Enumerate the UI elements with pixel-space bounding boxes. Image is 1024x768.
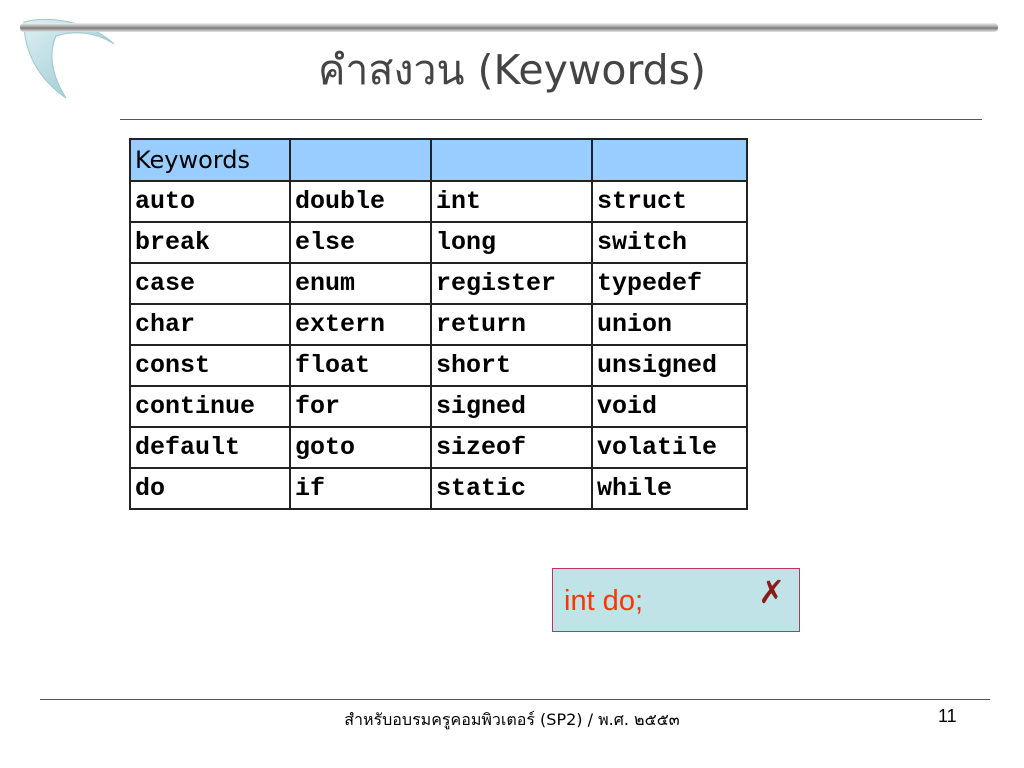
header-cell bbox=[289, 138, 432, 182]
table-row: do if static while bbox=[129, 467, 748, 510]
keyword-cell: int bbox=[430, 180, 593, 223]
keyword-cell: extern bbox=[289, 303, 432, 346]
keyword-cell: break bbox=[129, 221, 291, 264]
keyword-cell: default bbox=[129, 426, 291, 469]
table-row: const float short unsigned bbox=[129, 344, 748, 387]
table-row: break else long switch bbox=[129, 221, 748, 264]
table-row: continue for signed void bbox=[129, 385, 748, 428]
keyword-cell: long bbox=[430, 221, 593, 264]
table-row: default goto sizeof volatile bbox=[129, 426, 748, 469]
keyword-cell: struct bbox=[591, 180, 748, 223]
header-cell bbox=[591, 138, 748, 182]
keyword-cell: typedef bbox=[591, 262, 748, 305]
keyword-cell: union bbox=[591, 303, 748, 346]
keyword-cell: return bbox=[430, 303, 593, 346]
slide-title: คำสงวน (Keywords) bbox=[317, 46, 707, 94]
table-row: auto double int struct bbox=[129, 180, 748, 223]
title-underline bbox=[120, 119, 982, 120]
keyword-cell: signed bbox=[430, 385, 593, 428]
header-cell: Keywords bbox=[129, 138, 291, 182]
keyword-cell: switch bbox=[591, 221, 748, 264]
table-header-row: Keywords bbox=[129, 138, 748, 182]
keyword-cell: while bbox=[591, 467, 748, 510]
header-cell bbox=[430, 138, 593, 182]
keyword-cell: goto bbox=[289, 426, 432, 469]
keyword-cell: else bbox=[289, 221, 432, 264]
keyword-cell: do bbox=[129, 467, 291, 510]
keyword-cell: case bbox=[129, 262, 291, 305]
keyword-cell: sizeof bbox=[430, 426, 593, 469]
keyword-cell: if bbox=[289, 467, 432, 510]
keyword-cell: auto bbox=[129, 180, 291, 223]
keyword-cell: unsigned bbox=[591, 344, 748, 387]
table-row: case enum register typedef bbox=[129, 262, 748, 305]
keyword-cell: enum bbox=[289, 262, 432, 305]
cross-icon: ✗ bbox=[758, 573, 785, 611]
keyword-cell: short bbox=[430, 344, 593, 387]
top-bar bbox=[20, 23, 998, 32]
keyword-cell: continue bbox=[129, 385, 291, 428]
keyword-cell: register bbox=[430, 262, 593, 305]
example-box: int do; ✗ bbox=[552, 568, 800, 632]
table-row: char extern return union bbox=[129, 303, 748, 346]
keyword-cell: static bbox=[430, 467, 593, 510]
keyword-cell: char bbox=[129, 303, 291, 346]
footer-text: สำหรับอบรมครูคอมพิวเตอร์ (SP2) / พ.ศ. ๒๕… bbox=[344, 710, 680, 729]
keyword-cell: volatile bbox=[591, 426, 748, 469]
keyword-cell: for bbox=[289, 385, 432, 428]
example-code: int do; bbox=[564, 585, 643, 617]
keyword-cell: double bbox=[289, 180, 432, 223]
keywords-table: Keywords auto double int struct break el… bbox=[129, 138, 748, 510]
keyword-cell: const bbox=[129, 344, 291, 387]
keyword-cell: void bbox=[591, 385, 748, 428]
keyword-cell: float bbox=[289, 344, 432, 387]
footer-rule bbox=[40, 699, 990, 700]
page-number: 11 bbox=[938, 706, 957, 726]
